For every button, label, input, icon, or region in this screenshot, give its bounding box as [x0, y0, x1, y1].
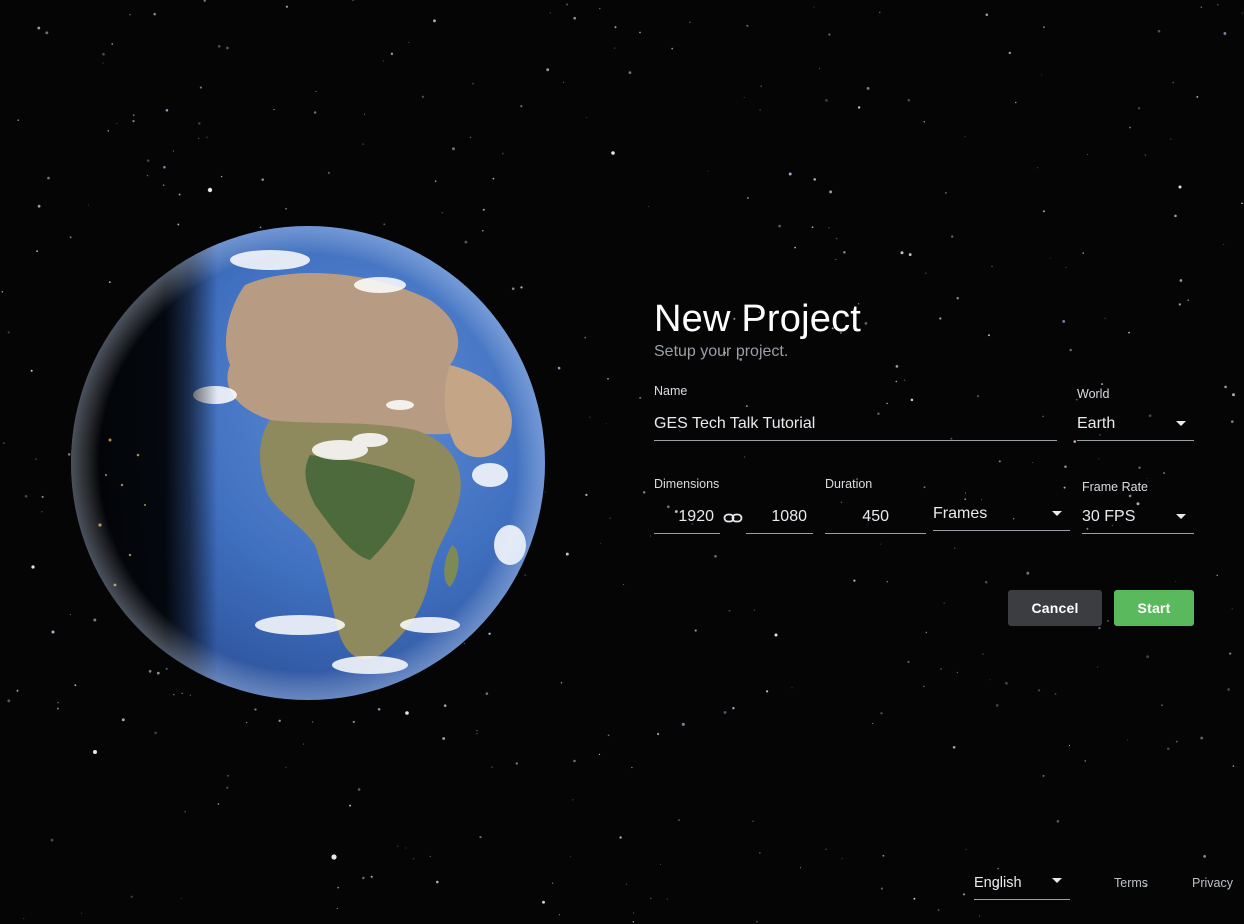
- caret-down-icon: [1052, 511, 1062, 516]
- dialog-subtitle: Setup your project.: [654, 343, 789, 360]
- duration-label: Duration: [825, 477, 873, 491]
- dialog-title: New Project: [654, 298, 862, 340]
- world-value: Earth: [1077, 415, 1116, 432]
- privacy-link[interactable]: Privacy: [1192, 876, 1233, 890]
- caret-down-icon: [1176, 421, 1186, 426]
- name-label: Name: [654, 384, 688, 398]
- project-name-input[interactable]: GES Tech Talk Tutorial: [654, 411, 1057, 441]
- earth-globe: [70, 225, 546, 701]
- world-select[interactable]: Earth: [1077, 411, 1194, 441]
- world-label: World: [1077, 387, 1110, 401]
- new-project-dialog: New Project Setup your project.: [654, 298, 1194, 361]
- height-input[interactable]: 1080: [746, 504, 813, 534]
- duration-unit-value: Frames: [933, 505, 988, 522]
- width-input[interactable]: 1920: [654, 504, 720, 534]
- start-button[interactable]: Start: [1114, 590, 1194, 626]
- link-icon[interactable]: [723, 510, 743, 526]
- frame-rate-value: 30 FPS: [1082, 508, 1136, 525]
- caret-down-icon: [1176, 514, 1186, 519]
- frame-rate-label: Frame Rate: [1082, 480, 1148, 494]
- language-select[interactable]: English: [974, 870, 1070, 900]
- caret-down-icon: [1052, 878, 1062, 883]
- duration-input[interactable]: 450: [825, 504, 926, 534]
- terms-link[interactable]: Terms: [1114, 876, 1148, 890]
- frame-rate-select[interactable]: 30 FPS: [1082, 504, 1194, 534]
- language-value: English: [974, 875, 1022, 891]
- duration-unit-select[interactable]: Frames: [933, 501, 1070, 531]
- cancel-button[interactable]: Cancel: [1008, 590, 1102, 626]
- dimensions-label: Dimensions: [654, 477, 720, 491]
